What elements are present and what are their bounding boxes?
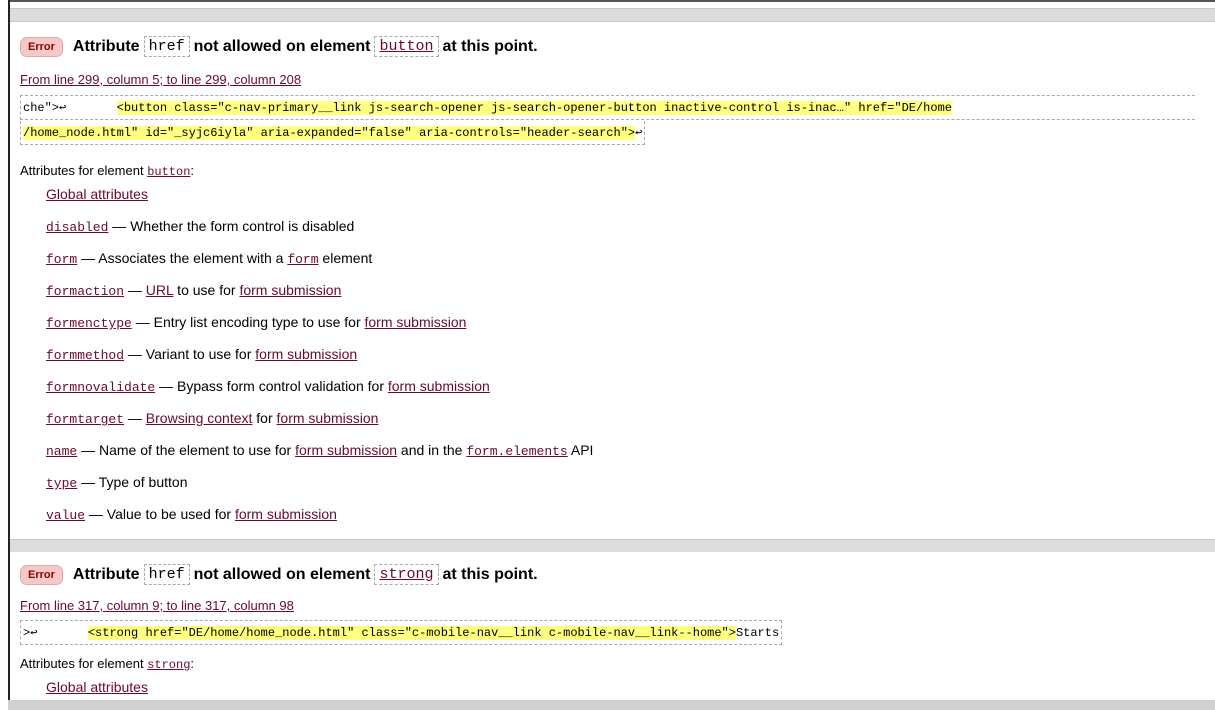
extract-suffix: Starts: [735, 626, 780, 640]
form-submission-link[interactable]: form submission: [277, 410, 379, 426]
element-link[interactable]: button: [374, 36, 439, 57]
title-text-post: at this point.: [442, 565, 538, 583]
attr-row-form: form — Associates the element with a for…: [46, 250, 373, 267]
message-separator: [10, 539, 1215, 553]
attr-row-formtarget: formtarget — Browsing context for form s…: [46, 410, 379, 427]
global-attributes-row: Global attributes: [46, 186, 148, 202]
extract-highlight: <button class="c-nav-primary__link js-se…: [116, 101, 952, 115]
form-submission-link[interactable]: form submission: [365, 314, 467, 330]
error-message-2: Error Attribute href not allowed on elem…: [10, 552, 1215, 702]
source-location-link[interactable]: From line 299, column 5; to line 299, co…: [20, 72, 301, 87]
attributes-element-link[interactable]: strong: [147, 658, 190, 672]
attr-row-formaction: formaction — URL to use for form submiss…: [46, 282, 342, 299]
attribute-name-code: href: [143, 564, 190, 585]
attr-row-name: name — Name of the element to use for fo…: [46, 442, 594, 459]
attr-name-link[interactable]: formenctype: [46, 316, 132, 331]
attr-name-link[interactable]: type: [46, 476, 77, 491]
attr-name-link[interactable]: disabled: [46, 220, 108, 235]
attributes-element-link[interactable]: button: [147, 165, 190, 179]
attribute-name-code: href: [143, 36, 190, 57]
extract-highlight: <strong href="DE/home/home_node.html" cl…: [87, 626, 736, 640]
form-elements-link[interactable]: form.elements: [466, 444, 567, 459]
element-link[interactable]: strong: [374, 564, 439, 585]
title-text-post: at this point.: [442, 37, 538, 55]
form-submission-link[interactable]: form submission: [239, 282, 341, 298]
frame-top-border: [8, 0, 1215, 2]
title-text-pre: Attribute: [72, 37, 140, 55]
error-title: Error Attribute href not allowed on elem…: [20, 36, 538, 57]
error-title: Error Attribute href not allowed on elem…: [20, 564, 538, 585]
error-badge: Error: [20, 36, 63, 57]
attr-name-link[interactable]: formtarget: [46, 412, 124, 427]
attr-row-disabled: disabled — Whether the form control is d…: [46, 218, 355, 235]
url-link[interactable]: URL: [146, 282, 174, 298]
global-attributes-row: Global attributes: [46, 679, 148, 695]
title-text-pre: Attribute: [72, 565, 140, 583]
attr-name-link[interactable]: formnovalidate: [46, 380, 155, 395]
form-submission-link[interactable]: form submission: [388, 378, 490, 394]
form-element-link[interactable]: form: [287, 252, 318, 267]
bottom-scroll-edge: [8, 700, 1215, 710]
source-location-link[interactable]: From line 317, column 9; to line 317, co…: [20, 598, 294, 613]
attr-row-formmethod: formmethod — Variant to use for form sub…: [46, 346, 358, 363]
attr-row-value: value — Value to be used for form submis…: [46, 506, 337, 523]
browsing-context-link[interactable]: Browsing context: [146, 410, 253, 426]
attr-name-link[interactable]: formmethod: [46, 348, 124, 363]
source-extract-line-1: >↩ <strong href="DE/home/home_node.html"…: [20, 620, 783, 645]
attr-name-link[interactable]: form: [46, 252, 77, 267]
error-message-1: Error Attribute href not allowed on elem…: [10, 24, 1215, 538]
attr-name-link[interactable]: value: [46, 508, 85, 523]
extract-prefix: che">↩: [23, 101, 117, 115]
global-attributes-link[interactable]: Global attributes: [46, 186, 148, 202]
form-submission-link[interactable]: form submission: [255, 346, 357, 362]
title-text-mid: not allowed on element: [193, 37, 371, 55]
source-extract-line-2: /home_node.html" id="_syjc6iyla" aria-ex…: [20, 121, 646, 145]
attr-row-type: type — Type of button: [46, 474, 188, 491]
extract-prefix: >↩: [23, 626, 88, 640]
attributes-heading: Attributes for element button:: [20, 163, 195, 179]
form-submission-link[interactable]: form submission: [295, 442, 397, 458]
error-badge: Error: [20, 564, 63, 585]
source-extract-line-1: che">↩ <button class="c-nav-primary__lin…: [20, 95, 1195, 120]
extract-suffix: ↩: [635, 126, 643, 140]
message-separator: [10, 8, 1215, 22]
global-attributes-link[interactable]: Global attributes: [46, 679, 148, 695]
title-text-mid: not allowed on element: [193, 565, 371, 583]
form-submission-link[interactable]: form submission: [235, 506, 337, 522]
extract-highlight: /home_node.html" id="_syjc6iyla" aria-ex…: [23, 126, 636, 140]
attributes-heading: Attributes for element strong:: [20, 656, 195, 672]
attr-row-formenctype: formenctype — Entry list encoding type t…: [46, 314, 467, 331]
attr-name-link[interactable]: formaction: [46, 284, 124, 299]
attr-name-link[interactable]: name: [46, 444, 77, 459]
attr-row-formnovalidate: formnovalidate — Bypass form control val…: [46, 378, 490, 395]
